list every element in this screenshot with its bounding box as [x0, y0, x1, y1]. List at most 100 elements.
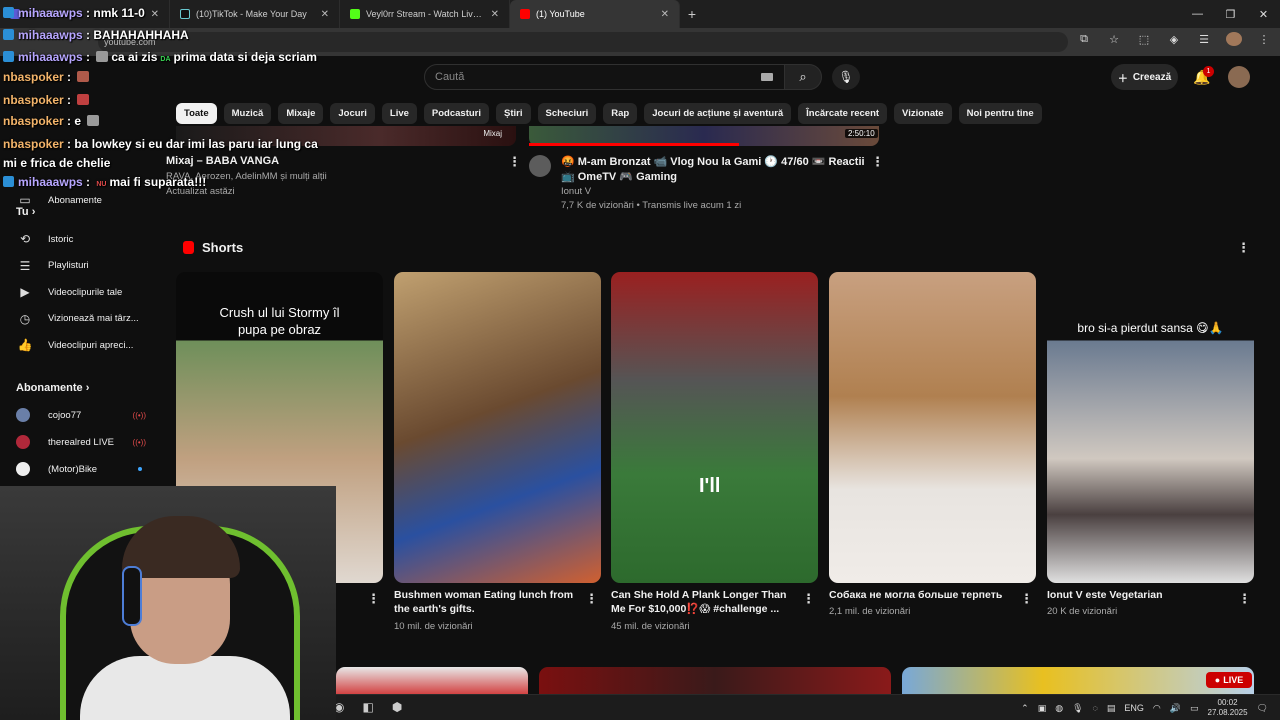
- language-indicator[interactable]: ENG: [1124, 703, 1144, 713]
- microphone-tray-icon[interactable]: 🎙: [1072, 703, 1083, 714]
- chat-username: mihaaawps: [18, 175, 83, 189]
- more-options-icon[interactable]: ⋮: [508, 154, 521, 170]
- new-content-dot-icon: [138, 467, 142, 471]
- browser-tab-2[interactable]: (10)TikTok - Make Your Day ✕: [170, 0, 340, 28]
- video-thumbnail-live[interactable]: [902, 667, 1254, 697]
- shorts-more-options-icon[interactable]: ⋮: [1237, 240, 1250, 256]
- kick-platform-icon: [3, 7, 14, 18]
- maximize-icon[interactable]: ❐: [1214, 0, 1247, 28]
- chip-3[interactable]: Jocuri: [330, 103, 375, 124]
- volume-icon[interactable]: 🔊: [1170, 703, 1181, 714]
- tray-app-icon[interactable]: ◍: [1055, 703, 1063, 714]
- sidebar-item-0[interactable]: ⟲ Istoric: [16, 229, 146, 249]
- more-options-icon[interactable]: ⋮: [871, 154, 884, 170]
- tab-close-icon[interactable]: ✕: [321, 9, 329, 20]
- subscription-item-1[interactable]: therealred LIVE ((•)): [16, 432, 146, 452]
- sidebar-item-2[interactable]: ▶ Videoclipurile tale: [16, 282, 146, 302]
- chip-10[interactable]: Încărcate recent: [798, 103, 888, 124]
- create-button[interactable]: ＋ Creează: [1111, 64, 1178, 90]
- live-indicator-icon: ((•)): [132, 410, 146, 420]
- sidebar-item-4[interactable]: 👍 Videoclipuri apreci...: [16, 335, 146, 355]
- close-window-icon[interactable]: ✕: [1247, 0, 1280, 28]
- subscriptions-heading-text: Abonamente: [16, 382, 83, 394]
- chip-1[interactable]: Muzică: [223, 103, 272, 124]
- audio-icon[interactable]: ◌: [1093, 703, 1098, 713]
- chip-11[interactable]: Vizionate: [894, 103, 952, 124]
- search-input[interactable]: Caută: [424, 64, 786, 90]
- wifi-icon[interactable]: ◠: [1153, 703, 1161, 714]
- minimize-icon[interactable]: —: [1181, 0, 1214, 28]
- short-title[interactable]: Can She Hold A Plank Longer Than Me For …: [611, 588, 796, 616]
- short-thumbnail[interactable]: [829, 272, 1036, 583]
- video-title-line1[interactable]: 🤬 M-am Bronzat 📹 Vlog Nou la Gami 🕐 47/6…: [561, 155, 865, 168]
- chip-5[interactable]: Podcasturi: [423, 103, 490, 124]
- subscription-item-0[interactable]: cojoo77 ((•)): [16, 405, 146, 425]
- video-thumbnail[interactable]: [336, 667, 528, 697]
- chip-7[interactable]: Scheciuri: [537, 103, 597, 124]
- chip-6[interactable]: Știri: [496, 103, 531, 124]
- short-title[interactable]: Bushmen woman Eating lunch from the eart…: [394, 588, 579, 616]
- more-options-icon[interactable]: ⋮: [1238, 591, 1251, 607]
- bookmark-star-icon[interactable]: ☆: [1106, 33, 1122, 46]
- profile-icon[interactable]: [1226, 32, 1242, 46]
- tab-title: (10)TikTok - Make Your Day: [196, 9, 307, 19]
- more-options-icon[interactable]: ⋮: [802, 591, 815, 607]
- chip-2[interactable]: Mixaje: [278, 103, 324, 124]
- short-title[interactable]: Ionut V este Vegetarian: [1047, 588, 1232, 602]
- microphone-icon: 🎙: [838, 70, 854, 84]
- more-options-icon[interactable]: ⋮: [367, 591, 380, 607]
- channel-avatar[interactable]: [529, 155, 551, 177]
- browser-tab-3[interactable]: Veyl0rr Stream - Watch Live on ✕: [340, 0, 510, 28]
- install-app-icon[interactable]: ⧉: [1076, 33, 1092, 46]
- sidebar-item-subscriptions[interactable]: ▭ Abonamente: [16, 190, 146, 210]
- search-button[interactable]: ⌕: [784, 64, 822, 90]
- tab-close-icon[interactable]: ✕: [491, 9, 499, 20]
- video-channel-name[interactable]: Ionut V: [561, 186, 591, 197]
- tray-app-icon[interactable]: ▣: [1038, 703, 1047, 714]
- browser-tab-4[interactable]: (1) YouTube ✕: [510, 0, 680, 28]
- video-title-line2[interactable]: 📺 OmeTV 🎮 Gaming: [561, 170, 677, 183]
- more-options-icon[interactable]: ⋮: [1020, 591, 1033, 607]
- account-avatar[interactable]: [1228, 66, 1250, 88]
- url-field[interactable]: youtube.com: [98, 32, 1068, 52]
- tab-close-icon[interactable]: ✕: [151, 9, 159, 20]
- battery-icon[interactable]: ▭: [1190, 703, 1199, 714]
- video-thumbnail[interactable]: [539, 667, 891, 697]
- subscriptions-icon: ▭: [19, 193, 31, 207]
- app-icon[interactable]: ⬢: [392, 700, 402, 714]
- browser-menu-icon[interactable]: ⋮: [1256, 33, 1272, 46]
- headset: [122, 566, 142, 626]
- keyboard-icon[interactable]: [761, 73, 773, 81]
- sidebar-you-heading[interactable]: Tu ›: [16, 206, 35, 218]
- short-views: 20 K de vizionări: [1047, 606, 1118, 617]
- short-title[interactable]: Собака не могла больше терпеть: [829, 588, 1014, 602]
- chip-8[interactable]: Rap: [603, 103, 638, 124]
- short-thumbnail[interactable]: [394, 272, 601, 583]
- chat-text: mai fi suparata!!!: [109, 175, 207, 189]
- chip-9[interactable]: Jocuri de acțiune și aventură: [644, 103, 792, 124]
- tab-close-icon[interactable]: ✕: [661, 9, 669, 20]
- tray-app-icon[interactable]: ▤: [1107, 703, 1116, 714]
- short-thumbnail[interactable]: bro si-a pierdut sansa 😋🙏: [1047, 272, 1254, 583]
- more-options-icon[interactable]: ⋮: [585, 591, 598, 607]
- sidebar-subscriptions-heading[interactable]: Abonamente ›: [16, 382, 89, 394]
- media-icon[interactable]: ◈: [1166, 33, 1182, 46]
- playlist-icon: ☰: [19, 258, 31, 273]
- chip-12[interactable]: Noi pentru tine: [958, 103, 1042, 124]
- tab-title: Veyl0rr Stream - Watch Live on: [366, 9, 485, 19]
- chip-4[interactable]: Live: [381, 103, 417, 124]
- chip-0[interactable]: Toate: [176, 103, 217, 124]
- extensions-icon[interactable]: ⬚: [1136, 33, 1152, 46]
- app-icon[interactable]: ◧: [362, 700, 373, 714]
- sidebar-item-1[interactable]: ☰ Playlisturi: [16, 256, 146, 276]
- clock[interactable]: 00:02 27.08.2025: [1208, 698, 1248, 718]
- sidebar-item-3[interactable]: ◷ Vizionează mai târz...: [16, 309, 146, 329]
- short-thumbnail[interactable]: I'll: [611, 272, 818, 583]
- voice-search-button[interactable]: 🎙: [832, 64, 860, 90]
- reading-list-icon[interactable]: ☰: [1196, 33, 1212, 46]
- notifications-icon[interactable]: 🗨: [1257, 703, 1268, 714]
- video-thumbnail-livestream[interactable]: [529, 126, 879, 146]
- new-tab-button[interactable]: +: [680, 6, 704, 22]
- subscription-item-2[interactable]: (Motor)Bike: [16, 459, 146, 479]
- tray-chevron-up-icon[interactable]: ⌃: [1021, 703, 1029, 714]
